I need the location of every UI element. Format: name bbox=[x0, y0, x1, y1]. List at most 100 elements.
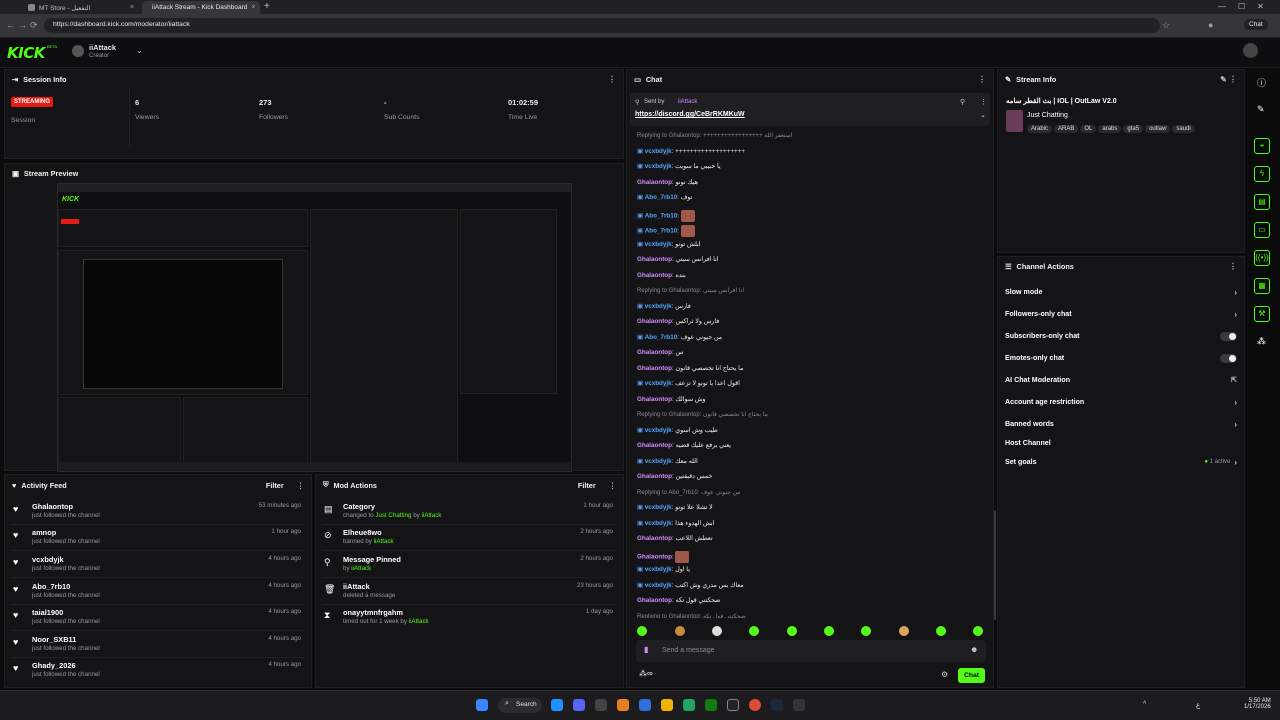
wrench-icon[interactable]: ⚒ bbox=[1254, 306, 1270, 322]
tag[interactable]: ARAB bbox=[1054, 125, 1079, 133]
user-link[interactable]: iiAttack bbox=[409, 618, 429, 625]
chat-username[interactable]: Ghalaontop bbox=[637, 272, 672, 279]
category-link[interactable]: Just Chatting bbox=[375, 512, 411, 519]
chat-username[interactable]: vcxbdyjk bbox=[645, 458, 672, 465]
app-icon[interactable] bbox=[793, 699, 805, 711]
banned-words[interactable]: Banned words › bbox=[998, 414, 1244, 434]
app-icon[interactable] bbox=[617, 699, 629, 711]
toggle-switch[interactable] bbox=[1220, 353, 1237, 363]
more-icon[interactable]: ⋮ bbox=[609, 481, 616, 490]
list-item[interactable]: ▤ Category changed to Just Chatting by iiA… bbox=[322, 499, 617, 525]
list-item[interactable]: ⚲ Message Pinned by iiAttack 2 hours ago bbox=[322, 552, 617, 578]
user-link[interactable]: iiAttack bbox=[351, 565, 371, 572]
scrollbar[interactable] bbox=[994, 510, 996, 620]
discord-icon[interactable] bbox=[573, 699, 585, 711]
chevron-down-icon[interactable]: ⌄ bbox=[136, 46, 143, 55]
edge-icon[interactable] bbox=[551, 699, 563, 711]
stream-video[interactable]: KICK bbox=[57, 183, 572, 472]
tag[interactable]: arabs bbox=[1098, 125, 1122, 133]
list-item[interactable]: ♥ vcxbdyjk just followed the channel 4 hour… bbox=[11, 552, 305, 578]
clock[interactable]: 5:50 AM 1/17/2026 bbox=[1244, 698, 1271, 710]
language-indicator[interactable]: ع bbox=[1196, 701, 1200, 709]
list-item[interactable]: ♥ Abo_7rb10 just followed the channel 4 hou… bbox=[11, 579, 305, 605]
tag[interactable]: outlaw bbox=[1145, 125, 1171, 133]
chat-username[interactable]: vcxbdyjk bbox=[645, 582, 672, 589]
chat-username[interactable]: Abo_7rb10 bbox=[645, 228, 678, 235]
star-icon[interactable]: ☆ bbox=[1162, 20, 1170, 31]
chrome-icon[interactable] bbox=[749, 699, 761, 711]
toggle-switch[interactable] bbox=[1220, 331, 1237, 341]
chat-username[interactable]: Ghalaontop bbox=[637, 256, 672, 263]
user-link[interactable]: iiAttack bbox=[374, 538, 394, 545]
emote-icon[interactable] bbox=[675, 626, 685, 636]
list-item[interactable]: ♥ amnop just followed the channel 1 hour ag… bbox=[11, 525, 305, 551]
user-avatar[interactable] bbox=[1243, 43, 1258, 58]
more-icon[interactable]: ⋮ bbox=[1229, 262, 1237, 271]
subscribers-only-chat[interactable]: Subscribers-only chat bbox=[998, 326, 1244, 346]
chat-username[interactable]: Ghalaontop bbox=[637, 365, 672, 372]
app-icon[interactable] bbox=[595, 699, 607, 711]
info-icon[interactable]: ⓘ bbox=[1257, 76, 1266, 89]
filter-button[interactable]: Filter bbox=[266, 481, 284, 490]
chat-username[interactable]: Ghalaontop bbox=[637, 442, 672, 449]
list-item[interactable]: ♥ Noor_SXB11 just followed the channel 4 ho… bbox=[11, 632, 305, 658]
emotes-only-chat[interactable]: Emotes-only chat bbox=[998, 348, 1244, 368]
chat-username[interactable]: Ghalaontop bbox=[637, 597, 672, 604]
xbox-icon[interactable] bbox=[705, 699, 717, 711]
chat-username[interactable]: Ghalaontop bbox=[637, 535, 672, 542]
chat-bubble-icon[interactable]: ▭ bbox=[1254, 222, 1270, 238]
chat-username[interactable]: vcxbdyjk bbox=[645, 427, 672, 434]
tag[interactable]: gta5 bbox=[1123, 125, 1144, 133]
emote-icon[interactable] bbox=[936, 626, 946, 636]
app-icon[interactable] bbox=[639, 699, 651, 711]
tag[interactable]: saudi bbox=[1172, 125, 1195, 133]
pinned-user[interactable]: iiAttack bbox=[678, 99, 697, 105]
chat-username[interactable]: vcxbdyjk bbox=[645, 566, 672, 573]
more-icon[interactable]: ⋮ bbox=[608, 75, 616, 84]
filter-button[interactable]: Filter bbox=[578, 481, 596, 490]
reload-icon[interactable]: ⟳ bbox=[30, 20, 38, 31]
user-link[interactable]: iiAttack bbox=[421, 512, 441, 519]
chat-username[interactable]: Ghalaontop bbox=[637, 349, 672, 356]
pencil-icon[interactable]: ✎ bbox=[1257, 104, 1265, 115]
emote-icon[interactable] bbox=[637, 626, 647, 636]
category-name[interactable]: Just Chatting bbox=[1027, 112, 1068, 119]
chat-username[interactable]: vcxbdyjk bbox=[645, 148, 672, 155]
pencil-icon[interactable]: ✎ ⋮ bbox=[1220, 75, 1237, 84]
emote-icon[interactable] bbox=[787, 626, 797, 636]
list-item[interactable]: ⊘ Elheue8wo banned by iiAttack 2 hours ago bbox=[322, 525, 617, 551]
chat-username[interactable]: Ghalaontop bbox=[637, 473, 672, 480]
emoji-icon[interactable]: ☻ bbox=[970, 645, 978, 654]
emote-icon[interactable] bbox=[899, 626, 909, 636]
clip-icon[interactable]: ⌖ bbox=[1254, 138, 1270, 154]
mic-icon[interactable]: ▮ bbox=[644, 645, 648, 654]
chat-username[interactable]: Ghalaontop bbox=[637, 553, 672, 560]
pin-toggle-icon[interactable]: ⚲ bbox=[960, 98, 965, 106]
send-chat-button[interactable]: Chat bbox=[958, 668, 985, 683]
emote-icon[interactable] bbox=[861, 626, 871, 636]
chat-username[interactable]: Abo_7rb10 bbox=[645, 212, 678, 219]
start-icon[interactable] bbox=[476, 699, 488, 711]
account-age-restriction[interactable]: Account age restriction › bbox=[998, 392, 1244, 412]
back-icon[interactable]: ← bbox=[6, 20, 15, 30]
chat-username[interactable]: Abo_7rb10 bbox=[645, 334, 678, 341]
chat-username[interactable]: Ghalaontop bbox=[637, 179, 672, 186]
tab-mt-store[interactable]: MT Store - التفعيل × bbox=[22, 1, 140, 14]
steam-icon[interactable] bbox=[771, 699, 783, 711]
emote-icon[interactable] bbox=[973, 626, 983, 636]
close-icon[interactable]: × bbox=[130, 4, 134, 11]
followers-only-chat[interactable]: Followers-only chat › bbox=[998, 304, 1244, 324]
new-tab-icon[interactable]: + bbox=[264, 1, 270, 12]
set-goals[interactable]: Set goals ● 1 active › bbox=[998, 452, 1244, 472]
more-icon[interactable]: ⋮ bbox=[980, 98, 987, 106]
gear-icon[interactable]: ⚙ bbox=[941, 670, 948, 679]
add-widget-icon[interactable]: ⁂ bbox=[1257, 336, 1266, 347]
chat-username[interactable]: Ghalaontop bbox=[637, 396, 672, 403]
pinned-message[interactable]: ⚲ Sent by iiAttack https://discord.gg/Ce… bbox=[630, 93, 990, 126]
app-icon[interactable] bbox=[727, 699, 739, 711]
more-icon[interactable]: ⋮ bbox=[297, 481, 304, 490]
calendar-icon[interactable]: ▦ bbox=[1254, 278, 1270, 294]
broadcast-icon[interactable]: ((•)) bbox=[1254, 250, 1270, 266]
chat-username[interactable]: Ghalaontop bbox=[637, 318, 672, 325]
chevron-down-icon[interactable]: ⌄ bbox=[980, 111, 986, 119]
